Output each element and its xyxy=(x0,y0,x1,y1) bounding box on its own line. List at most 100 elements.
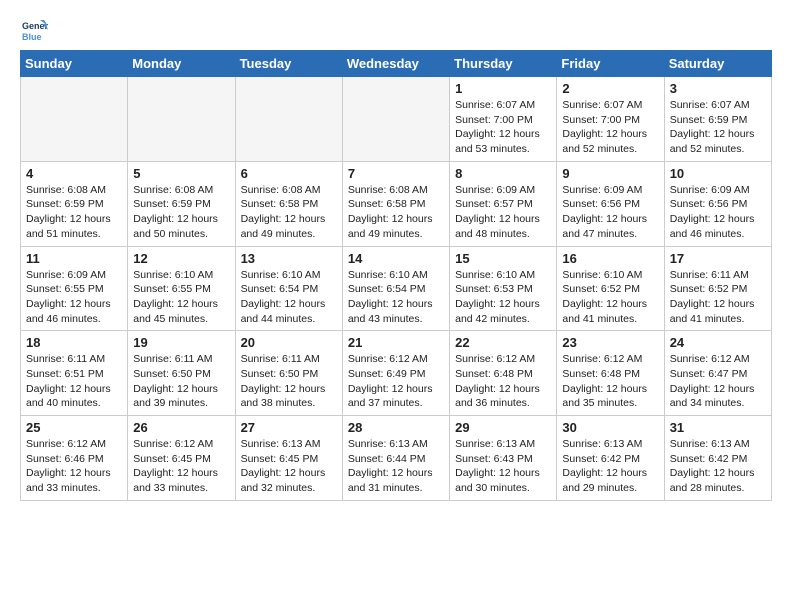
day-info: Sunrise: 6:09 AM Sunset: 6:57 PM Dayligh… xyxy=(455,183,551,242)
day-cell: 9Sunrise: 6:09 AM Sunset: 6:56 PM Daylig… xyxy=(557,161,664,246)
day-cell: 12 Sunrise: 6:10 AM Sunset: 6:55 PM Dayli… xyxy=(128,246,235,331)
week-row-5: 25 Sunrise: 6:12 AM Sunset: 6:46 PM Dayli… xyxy=(21,416,772,501)
day-cell: 22 Sunrise: 6:12 AM Sunset: 6:48 PM Dayli… xyxy=(450,331,557,416)
day-info: Sunrise: 6:12 AM Sunset: 6:46 PM Dayligh… xyxy=(26,437,122,496)
day-number: 13 xyxy=(241,251,337,266)
day-number: 5 xyxy=(133,166,229,181)
day-cell: 2Sunrise: 6:07 AM Sunset: 7:00 PM Daylig… xyxy=(557,77,664,162)
page: General Blue SundayMondayTuesdayWednesda… xyxy=(0,0,792,517)
day-cell xyxy=(128,77,235,162)
day-number: 3 xyxy=(670,81,766,96)
day-number: 7 xyxy=(348,166,444,181)
day-cell: 5 Sunrise: 6:08 AM Sunset: 6:59 PM Daylig… xyxy=(128,161,235,246)
col-header-thursday: Thursday xyxy=(450,51,557,77)
day-number: 9 xyxy=(562,166,658,181)
day-number: 26 xyxy=(133,420,229,435)
col-header-monday: Monday xyxy=(128,51,235,77)
day-number: 8 xyxy=(455,166,551,181)
day-cell: 25 Sunrise: 6:12 AM Sunset: 6:46 PM Dayli… xyxy=(21,416,128,501)
day-cell: 10 Sunrise: 6:09 AM Sunset: 6:56 PM Dayli… xyxy=(664,161,771,246)
day-number: 10 xyxy=(670,166,766,181)
day-number: 28 xyxy=(348,420,444,435)
day-number: 1 xyxy=(455,81,551,96)
day-info: Sunrise: 6:10 AM Sunset: 6:55 PM Dayligh… xyxy=(133,268,229,327)
day-info: Sunrise: 6:12 AM Sunset: 6:48 PM Dayligh… xyxy=(455,352,551,411)
col-header-friday: Friday xyxy=(557,51,664,77)
day-info: Sunrise: 6:10 AM Sunset: 6:53 PM Dayligh… xyxy=(455,268,551,327)
day-info: Sunrise: 6:13 AM Sunset: 6:43 PM Dayligh… xyxy=(455,437,551,496)
day-cell: 19Sunrise: 6:11 AM Sunset: 6:50 PM Dayli… xyxy=(128,331,235,416)
day-info: Sunrise: 6:13 AM Sunset: 6:45 PM Dayligh… xyxy=(241,437,337,496)
header: General Blue xyxy=(20,16,772,44)
day-info: Sunrise: 6:07 AM Sunset: 6:59 PM Dayligh… xyxy=(670,98,766,157)
day-info: Sunrise: 6:10 AM Sunset: 6:54 PM Dayligh… xyxy=(241,268,337,327)
svg-text:Blue: Blue xyxy=(22,32,42,42)
day-info: Sunrise: 6:13 AM Sunset: 6:42 PM Dayligh… xyxy=(670,437,766,496)
day-number: 12 xyxy=(133,251,229,266)
week-row-2: 4Sunrise: 6:08 AM Sunset: 6:59 PM Daylig… xyxy=(21,161,772,246)
day-cell: 27 Sunrise: 6:13 AM Sunset: 6:45 PM Dayli… xyxy=(235,416,342,501)
day-cell: 1 Sunrise: 6:07 AM Sunset: 7:00 PM Daylig… xyxy=(450,77,557,162)
col-header-sunday: Sunday xyxy=(21,51,128,77)
day-cell: 16 Sunrise: 6:10 AM Sunset: 6:52 PM Dayli… xyxy=(557,246,664,331)
day-cell xyxy=(235,77,342,162)
day-number: 16 xyxy=(562,251,658,266)
day-cell: 14 Sunrise: 6:10 AM Sunset: 6:54 PM Dayli… xyxy=(342,246,449,331)
day-cell: 24 Sunrise: 6:12 AM Sunset: 6:47 PM Dayli… xyxy=(664,331,771,416)
day-info: Sunrise: 6:13 AM Sunset: 6:42 PM Dayligh… xyxy=(562,437,658,496)
day-number: 14 xyxy=(348,251,444,266)
day-number: 18 xyxy=(26,335,122,350)
day-cell: 21 Sunrise: 6:12 AM Sunset: 6:49 PM Dayli… xyxy=(342,331,449,416)
day-info: Sunrise: 6:12 AM Sunset: 6:47 PM Dayligh… xyxy=(670,352,766,411)
day-number: 15 xyxy=(455,251,551,266)
day-cell: 31 Sunrise: 6:13 AM Sunset: 6:42 PM Dayli… xyxy=(664,416,771,501)
col-header-saturday: Saturday xyxy=(664,51,771,77)
day-cell: 29 Sunrise: 6:13 AM Sunset: 6:43 PM Dayli… xyxy=(450,416,557,501)
day-cell: 28Sunrise: 6:13 AM Sunset: 6:44 PM Dayli… xyxy=(342,416,449,501)
day-number: 2 xyxy=(562,81,658,96)
day-info: Sunrise: 6:09 AM Sunset: 6:55 PM Dayligh… xyxy=(26,268,122,327)
day-info: Sunrise: 6:08 AM Sunset: 6:59 PM Dayligh… xyxy=(133,183,229,242)
col-header-tuesday: Tuesday xyxy=(235,51,342,77)
day-info: Sunrise: 6:10 AM Sunset: 6:52 PM Dayligh… xyxy=(562,268,658,327)
day-cell: 23Sunrise: 6:12 AM Sunset: 6:48 PM Dayli… xyxy=(557,331,664,416)
day-info: Sunrise: 6:09 AM Sunset: 6:56 PM Dayligh… xyxy=(670,183,766,242)
day-cell xyxy=(342,77,449,162)
day-info: Sunrise: 6:07 AM Sunset: 7:00 PM Dayligh… xyxy=(455,98,551,157)
calendar-table: SundayMondayTuesdayWednesdayThursdayFrid… xyxy=(20,50,772,501)
day-info: Sunrise: 6:12 AM Sunset: 6:45 PM Dayligh… xyxy=(133,437,229,496)
logo-icon: General Blue xyxy=(20,16,48,44)
day-cell: 4Sunrise: 6:08 AM Sunset: 6:59 PM Daylig… xyxy=(21,161,128,246)
day-cell: 20Sunrise: 6:11 AM Sunset: 6:50 PM Dayli… xyxy=(235,331,342,416)
day-number: 22 xyxy=(455,335,551,350)
day-info: Sunrise: 6:11 AM Sunset: 6:50 PM Dayligh… xyxy=(133,352,229,411)
day-info: Sunrise: 6:11 AM Sunset: 6:50 PM Dayligh… xyxy=(241,352,337,411)
day-cell: 8 Sunrise: 6:09 AM Sunset: 6:57 PM Daylig… xyxy=(450,161,557,246)
logo: General Blue xyxy=(20,16,52,44)
day-number: 25 xyxy=(26,420,122,435)
day-cell: 13 Sunrise: 6:10 AM Sunset: 6:54 PM Dayli… xyxy=(235,246,342,331)
day-cell: 18 Sunrise: 6:11 AM Sunset: 6:51 PM Dayli… xyxy=(21,331,128,416)
header-row: SundayMondayTuesdayWednesdayThursdayFrid… xyxy=(21,51,772,77)
day-number: 27 xyxy=(241,420,337,435)
day-cell xyxy=(21,77,128,162)
day-number: 11 xyxy=(26,251,122,266)
col-header-wednesday: Wednesday xyxy=(342,51,449,77)
day-cell: 26 Sunrise: 6:12 AM Sunset: 6:45 PM Dayli… xyxy=(128,416,235,501)
day-info: Sunrise: 6:11 AM Sunset: 6:52 PM Dayligh… xyxy=(670,268,766,327)
day-number: 31 xyxy=(670,420,766,435)
day-info: Sunrise: 6:11 AM Sunset: 6:51 PM Dayligh… xyxy=(26,352,122,411)
day-info: Sunrise: 6:12 AM Sunset: 6:49 PM Dayligh… xyxy=(348,352,444,411)
day-cell: 17 Sunrise: 6:11 AM Sunset: 6:52 PM Dayli… xyxy=(664,246,771,331)
day-number: 24 xyxy=(670,335,766,350)
day-number: 17 xyxy=(670,251,766,266)
day-info: Sunrise: 6:12 AM Sunset: 6:48 PM Dayligh… xyxy=(562,352,658,411)
day-number: 6 xyxy=(241,166,337,181)
day-number: 29 xyxy=(455,420,551,435)
day-number: 30 xyxy=(562,420,658,435)
day-cell: 7Sunrise: 6:08 AM Sunset: 6:58 PM Daylig… xyxy=(342,161,449,246)
day-number: 21 xyxy=(348,335,444,350)
day-cell: 6Sunrise: 6:08 AM Sunset: 6:58 PM Daylig… xyxy=(235,161,342,246)
day-info: Sunrise: 6:10 AM Sunset: 6:54 PM Dayligh… xyxy=(348,268,444,327)
day-cell: 3 Sunrise: 6:07 AM Sunset: 6:59 PM Daylig… xyxy=(664,77,771,162)
